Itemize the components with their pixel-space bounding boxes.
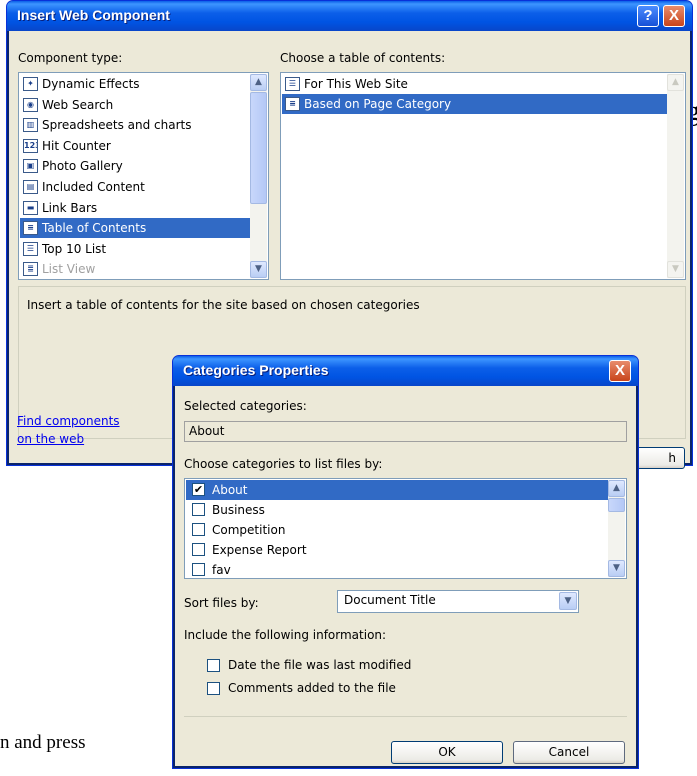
toc-category-icon: ≡	[285, 97, 300, 111]
category-checkbox[interactable]	[192, 503, 205, 516]
category-label: About	[212, 483, 248, 497]
date-modified-label: Date the file was last modified	[228, 658, 412, 672]
hit-counter-icon: 123	[23, 138, 38, 153]
scroll-up-icon[interactable]: ▲	[250, 74, 267, 91]
comments-label: Comments added to the file	[228, 681, 396, 695]
list-item-label: Spreadsheets and charts	[42, 118, 192, 133]
category-label: Competition	[212, 523, 286, 537]
category-item[interactable]: Expense Report	[186, 540, 608, 560]
list-item[interactable]: ≡ Table of Contents	[20, 218, 250, 239]
list-item[interactable]: ▥ Spreadsheets and charts	[20, 115, 250, 135]
scroll-up-icon[interactable]: ▲	[667, 74, 684, 91]
top-10-list-icon: ☰	[23, 241, 38, 256]
scroll-thumb[interactable]	[608, 498, 625, 512]
category-list-label: Choose categories to list files by:	[184, 457, 383, 471]
web-search-icon: ◉	[23, 97, 38, 112]
insert-dialog-titlebar[interactable]: Insert Web Component ? X	[7, 1, 692, 31]
date-modified-checkbox[interactable]	[207, 659, 220, 672]
scroll-thumb[interactable]	[250, 92, 267, 204]
insert-dialog-title: Insert Web Component	[17, 7, 170, 23]
categories-properties-dialog: Categories Properties X Selected categor…	[172, 355, 639, 769]
sort-files-select[interactable]: Document Title ▼	[337, 590, 579, 613]
list-item-label: Web Search	[42, 97, 114, 112]
category-label: fav	[212, 563, 231, 577]
link-bars-icon: ▬	[23, 200, 38, 215]
category-checkbox[interactable]: ✔	[192, 483, 205, 496]
category-checkbox[interactable]	[192, 523, 205, 536]
list-item-label: Dynamic Effects	[42, 77, 140, 91]
list-item[interactable]: ▬ Link Bars	[20, 198, 250, 218]
comments-checkbox[interactable]	[207, 682, 220, 695]
scroll-down-icon[interactable]: ▼	[250, 261, 267, 278]
include-info-label: Include the following information:	[184, 628, 387, 642]
category-checkbox[interactable]	[192, 543, 205, 556]
list-item-label: For This Web Site	[304, 77, 408, 91]
dialog-separator	[184, 716, 627, 717]
ok-button[interactable]: OK	[391, 741, 503, 764]
toc-label: Choose a table of contents:	[280, 51, 446, 65]
close-icon[interactable]: X	[609, 360, 631, 382]
spreadsheets-icon: ▥	[23, 118, 38, 133]
list-item[interactable]: ▣ Photo Gallery	[20, 156, 250, 176]
photo-gallery-icon: ▣	[23, 159, 38, 174]
toc-list-scrollbar[interactable]: ▲ ▼	[667, 74, 684, 278]
list-item-label: Link Bars	[42, 200, 98, 215]
list-item-label: Based on Page Category	[304, 97, 452, 111]
toc-list[interactable]: ☰ For This Web Site ≡ Based on Page Categor…	[280, 72, 686, 280]
dynamic-effects-icon: ✦	[23, 77, 38, 91]
category-list[interactable]: ✔ About Business Competition Expense Report f…	[184, 478, 627, 579]
list-view-icon: ≣	[23, 262, 38, 277]
table-of-contents-icon: ≡	[23, 221, 38, 236]
list-item-label: Table of Contents	[42, 221, 147, 236]
toc-site-icon: ☰	[285, 77, 300, 91]
list-item[interactable]: ✦ Dynamic Effects	[20, 74, 250, 94]
description-text: Insert a table of contents for the site …	[27, 298, 420, 312]
category-checkbox[interactable]	[192, 563, 205, 576]
category-label: Expense Report	[212, 543, 307, 557]
list-item[interactable]: ☰ For This Web Site	[282, 74, 667, 94]
scroll-down-icon[interactable]: ▼	[608, 560, 625, 577]
list-item-label: Included Content	[42, 180, 145, 194]
list-item[interactable]: ◉ Web Search	[20, 95, 250, 115]
list-item[interactable]: ▤ Included Content	[20, 177, 250, 197]
component-list-scrollbar[interactable]: ▲ ▼	[250, 74, 267, 278]
scroll-up-icon[interactable]: ▲	[608, 480, 625, 497]
list-item[interactable]: ☰ Top 10 List	[20, 239, 250, 259]
category-list-scrollbar[interactable]: ▲ ▼	[608, 480, 625, 577]
sort-files-value: Document Title	[344, 593, 436, 607]
find-components-link[interactable]: Find components on the web	[17, 412, 120, 448]
list-item-label: Photo Gallery	[42, 159, 123, 174]
help-icon[interactable]: ?	[637, 5, 659, 27]
categories-dialog-titlebar[interactable]: Categories Properties X	[173, 356, 638, 386]
list-item[interactable]: ≡ Based on Page Category	[282, 94, 667, 114]
list-item-label: Hit Counter	[42, 138, 111, 153]
list-item-label: Top 10 List	[42, 241, 107, 256]
category-item[interactable]: fav	[186, 560, 608, 578]
included-content-icon: ▤	[23, 180, 38, 194]
category-label: Business	[212, 503, 265, 517]
date-modified-option[interactable]: Date the file was last modified	[207, 657, 507, 675]
category-item[interactable]: Competition	[186, 520, 608, 540]
categories-dialog-title: Categories Properties	[183, 362, 329, 378]
component-type-label: Component type:	[18, 51, 123, 65]
comments-option[interactable]: Comments added to the file	[207, 680, 507, 698]
chevron-down-icon[interactable]: ▼	[559, 592, 577, 610]
list-item[interactable]: ≣ List View	[20, 259, 250, 279]
cancel-button[interactable]: Cancel	[513, 741, 625, 764]
list-item[interactable]: 123 Hit Counter	[20, 136, 250, 156]
sort-files-label: Sort files by:	[184, 596, 259, 610]
close-icon[interactable]: X	[663, 5, 685, 27]
list-item-label: List View	[42, 262, 96, 277]
background-text-fragment: n and press	[0, 732, 86, 753]
scroll-down-icon[interactable]: ▼	[667, 261, 684, 278]
category-item[interactable]: ✔ About	[186, 480, 608, 500]
category-item[interactable]: Business	[186, 500, 608, 520]
component-type-list[interactable]: ✦ Dynamic Effects ◉ Web Search ▥ Spreadsheets…	[18, 72, 269, 280]
selected-categories-label: Selected categories:	[184, 399, 307, 413]
selected-categories-field: About	[184, 421, 627, 442]
